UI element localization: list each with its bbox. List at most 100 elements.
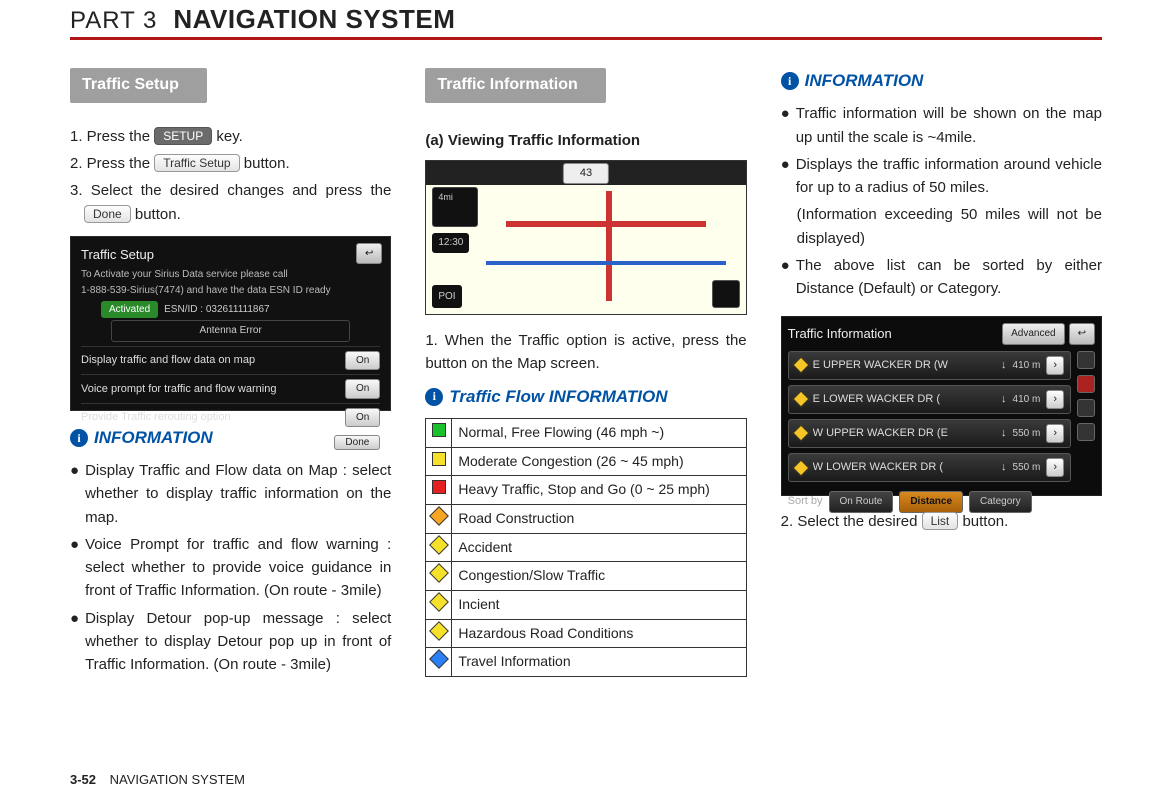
- footer-section: NAVIGATION SYSTEM: [110, 772, 245, 787]
- incident-icon: [429, 592, 449, 612]
- flow-text: Incient: [452, 591, 746, 620]
- accident-icon: [429, 535, 449, 555]
- ts-row1-label: Display traffic and flow data on map: [81, 352, 255, 369]
- bullet-icon: ●: [781, 102, 790, 149]
- warning-icon: [792, 425, 809, 442]
- arrow-down-icon: ↓: [1001, 425, 1007, 442]
- ts-row-3: Provide Traffic rerouting optionOn: [81, 403, 380, 432]
- table-row: Congestion/Slow Traffic: [426, 562, 746, 591]
- row-dist: 410 m: [1013, 358, 1041, 374]
- ts-row2-label: Voice prompt for traffic and flow warnin…: [81, 381, 276, 398]
- ts-msg2: 1-888-539-Sirius(7474) and have the data…: [81, 285, 380, 297]
- flow-text: Normal, Free Flowing (46 mph ~): [452, 418, 746, 447]
- esn-id: ESN/ID : 032611111867: [164, 302, 269, 318]
- list-item: W LOWER WACKER DR ( ↓ 550 m ›: [788, 453, 1071, 482]
- step3-text-a: 3. Select the desired changes and press …: [70, 182, 391, 199]
- table-row: Normal, Free Flowing (46 mph ~): [426, 418, 746, 447]
- on-button: On: [345, 351, 380, 371]
- on-button: On: [345, 379, 380, 399]
- table-row: Road Construction: [426, 504, 746, 533]
- bullet-icon: ●: [781, 153, 790, 200]
- travel-info-icon: [429, 649, 449, 669]
- map-label: 43: [563, 163, 609, 184]
- row-dist: 550 m: [1013, 460, 1041, 476]
- chevron-right-icon: ›: [1046, 390, 1064, 409]
- list-item: E LOWER WACKER DR (↓410 m›: [788, 385, 1071, 414]
- step2-text-b: button.: [962, 513, 1008, 530]
- table-row: Hazardous Road Conditions: [426, 619, 746, 648]
- back-icon: ↩: [356, 243, 382, 265]
- step3-text-b: button.: [135, 206, 181, 223]
- poi-button: POI: [432, 285, 461, 309]
- scroll-thumb: [1077, 375, 1095, 393]
- info-icon: i: [425, 388, 443, 406]
- flow-text: Heavy Traffic, Stop and Go (0 ~ 25 mph): [452, 476, 746, 505]
- part-title: NAVIGATION SYSTEM: [173, 4, 455, 35]
- red-square-icon: [432, 480, 446, 494]
- bullet-text: Display Detour pop-up message : select w…: [85, 607, 391, 677]
- row-name: E LOWER WACKER DR (: [813, 391, 995, 408]
- bullet-text: Display Traffic and Flow data on Map : s…: [85, 459, 391, 529]
- paren-note: (Information exceeding 50 miles will not…: [781, 203, 1102, 250]
- info-icon: i: [781, 72, 799, 90]
- subheading-viewing: (a) Viewing Traffic Information: [425, 129, 746, 152]
- scroll-top-icon: [1077, 351, 1095, 369]
- ts-row-2: Voice prompt for traffic and flow warnin…: [81, 374, 380, 403]
- arrow-down-icon: ↓: [1001, 459, 1007, 476]
- setup-key: SETUP: [154, 127, 212, 145]
- step1-text-a: 1. Press the: [70, 128, 154, 145]
- bullet-icon: ●: [70, 459, 79, 529]
- advanced-button: Advanced: [1002, 323, 1064, 345]
- arrow-down-icon: ↓: [1001, 357, 1007, 374]
- row-name: W UPPER WACKER DR (E: [813, 425, 995, 442]
- bullet-text: Voice Prompt for traffic and flow warnin…: [85, 533, 391, 603]
- traffic-flow-heading: i Traffic Flow INFORMATION: [425, 384, 746, 410]
- traffic-flow-table: Normal, Free Flowing (46 mph ~) Moderate…: [425, 418, 746, 677]
- traffic-info-screenshot: Traffic Information Advanced ↩ E UPPER W…: [781, 316, 1102, 496]
- step-3: 3. Select the desired changes and press …: [70, 179, 391, 226]
- table-row: Moderate Congestion (26 ~ 45 mph): [426, 447, 746, 476]
- flow-text: Hazardous Road Conditions: [452, 619, 746, 648]
- bullet-icon: ●: [70, 533, 79, 603]
- yellow-square-icon: [432, 452, 446, 466]
- ts-row-1: Display traffic and flow data on map On: [81, 346, 380, 375]
- map-menu-icon: [712, 280, 740, 308]
- warning-icon: [792, 459, 809, 476]
- bullet-icon: ●: [70, 607, 79, 677]
- bullet-text: Traffic information will be shown on the…: [796, 102, 1102, 149]
- map-screenshot: 43 4mi 12:30 POI: [425, 160, 746, 315]
- list-item: E UPPER WACKER DR (W↓410 m›: [788, 351, 1071, 380]
- info-bullets-col3: ●Traffic information will be shown on th…: [781, 102, 1102, 199]
- information-label: INFORMATION: [805, 68, 924, 94]
- green-square-icon: [432, 423, 446, 437]
- on-button: On: [345, 408, 380, 428]
- warning-icon: [792, 391, 809, 408]
- done-button: Done: [84, 205, 131, 223]
- chevron-right-icon: ›: [1046, 424, 1064, 443]
- hazard-icon: [429, 621, 449, 641]
- bullet-text: Displays the traffic information around …: [796, 153, 1102, 200]
- chevron-right-icon: ›: [1046, 356, 1064, 375]
- table-row: Accident: [426, 533, 746, 562]
- antenna-error: Antenna Error: [111, 320, 350, 342]
- congestion-icon: [429, 563, 449, 583]
- step2-text-b: button.: [244, 155, 290, 172]
- ts-done-button: Done: [334, 435, 380, 450]
- page-footer: 3-52 NAVIGATION SYSTEM: [70, 772, 245, 787]
- part-label: PART 3: [70, 7, 157, 35]
- table-row: Heavy Traffic, Stop and Go (0 ~ 25 mph): [426, 476, 746, 505]
- map-scale: 4mi: [438, 191, 453, 205]
- traffic-setup-screenshot: ↩ Traffic Setup To Activate your Sirius …: [70, 236, 391, 411]
- step-2: 2. Press the Traffic Setup button.: [70, 152, 391, 175]
- ti-title: Traffic Information: [788, 324, 892, 344]
- scroll-bottom-icon: [1077, 423, 1095, 441]
- construction-icon: [429, 506, 449, 526]
- step-1: 1. Press the SETUP key.: [70, 125, 391, 148]
- row-dist: 410 m: [1013, 392, 1041, 408]
- chevron-right-icon: ›: [1046, 458, 1064, 477]
- flow-text: Accident: [452, 533, 746, 562]
- row-name: W LOWER WACKER DR (: [813, 459, 995, 476]
- col3-step2: 2. Select the desired List button.: [781, 510, 1102, 533]
- page-number: 3-52: [70, 772, 96, 787]
- column-2: Traffic Information (a) Viewing Traffic …: [425, 68, 746, 680]
